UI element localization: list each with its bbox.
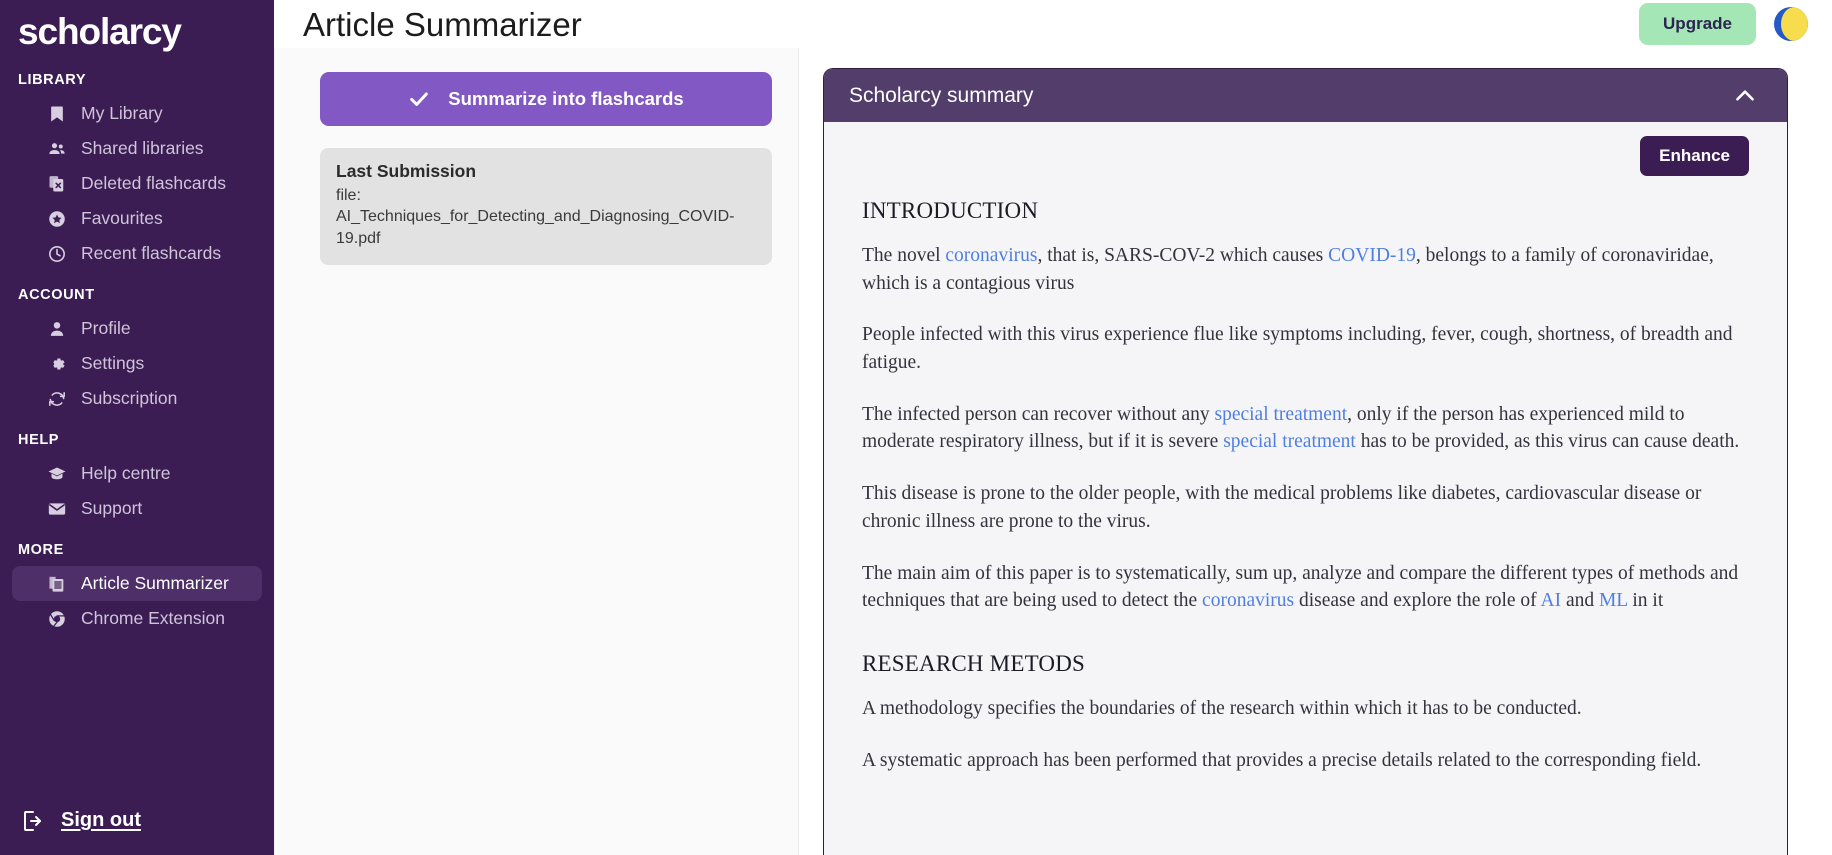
sidebar-item-label: Settings xyxy=(81,353,144,373)
collapse-panel-button[interactable] xyxy=(1727,78,1763,114)
summary-paragraph: A methodology specifies the boundaries o… xyxy=(862,695,1749,723)
summary-paragraph: The infected person can recover without … xyxy=(862,401,1749,456)
sidebar-item-label: Chrome Extension xyxy=(81,608,225,628)
main-area: Article Summarizer Upgrade Summarize int… xyxy=(274,0,1832,855)
chrome-icon xyxy=(46,608,67,629)
last-submission-title: Last Submission xyxy=(336,161,756,182)
sidebar-item-label: Profile xyxy=(81,318,131,338)
sidebar-item-favourites[interactable]: Favourites xyxy=(12,201,262,236)
users-icon xyxy=(46,138,67,159)
top-bar: Article Summarizer Upgrade xyxy=(274,0,1832,48)
sidebar-item-deleted-flashcards[interactable]: Deleted flashcards xyxy=(12,166,262,201)
sidebar-item-label: Help centre xyxy=(81,463,171,483)
bookmark-icon xyxy=(46,103,67,124)
sidebar-item-support[interactable]: Support xyxy=(12,491,262,526)
sidebar-heading-help: HELP xyxy=(0,422,274,456)
sidebar-section-help: HELP Help centre Support xyxy=(0,422,274,526)
summary-panel-title: Scholarcy summary xyxy=(849,84,1033,108)
check-icon xyxy=(408,88,430,110)
sidebar-item-label: Favourites xyxy=(81,208,163,228)
sidebar-item-label: Shared libraries xyxy=(81,138,204,158)
sidebar-item-help-centre[interactable]: Help centre xyxy=(12,456,262,491)
sidebar-item-label: Recent flashcards xyxy=(81,243,221,263)
gear-icon xyxy=(46,353,67,374)
sidebar-section-account: ACCOUNT Profile Settings Subscription xyxy=(0,277,274,416)
sidebar-item-recent-flashcards[interactable]: Recent flashcards xyxy=(12,236,262,271)
refresh-icon xyxy=(46,388,67,409)
summary-paragraph: The novel coronavirus, that is, SARS-COV… xyxy=(862,242,1749,297)
summarize-button-label: Summarize into flashcards xyxy=(448,88,683,110)
sidebar-item-label: Subscription xyxy=(81,388,177,408)
enhance-row: Enhance xyxy=(862,136,1749,176)
clock-icon xyxy=(46,243,67,264)
sidebar-item-shared-libraries[interactable]: Shared libraries xyxy=(12,131,262,166)
summary-section-heading: INTRODUCTION xyxy=(862,198,1749,224)
summary-keyword-link[interactable]: coronavirus xyxy=(945,245,1037,266)
sidebar-heading-account: ACCOUNT xyxy=(0,277,274,311)
chevron-up-icon xyxy=(1732,83,1758,109)
last-submission-card: Last Submission file: AI_Techniques_for_… xyxy=(320,148,772,265)
star-icon xyxy=(46,208,67,229)
summarize-into-flashcards-button[interactable]: Summarize into flashcards xyxy=(320,72,772,126)
sidebar-item-article-summarizer[interactable]: Article Summarizer xyxy=(12,566,262,601)
graduation-cap-icon xyxy=(46,463,67,484)
summary-keyword-link[interactable]: special treatment xyxy=(1214,404,1347,425)
summary-paragraph: A systematic approach has been performed… xyxy=(862,747,1749,775)
summary-keyword-link[interactable]: ML xyxy=(1599,590,1628,611)
sidebar-item-label: Deleted flashcards xyxy=(81,173,226,193)
sidebar-nav: LIBRARY My Library Shared libraries Deleted… xyxy=(0,62,274,636)
sidebar-item-my-library[interactable]: My Library xyxy=(12,96,262,131)
delete-card-icon xyxy=(46,173,67,194)
person-icon xyxy=(46,318,67,339)
summary-panel-header: Scholarcy summary xyxy=(824,69,1787,122)
sidebar: scholarcy LIBRARY My Library Shared librar… xyxy=(0,0,274,855)
document-stack-icon xyxy=(46,573,67,594)
top-bar-actions: Upgrade xyxy=(1639,3,1808,45)
sidebar-heading-library: LIBRARY xyxy=(0,62,274,96)
sidebar-section-more: MORE Article Summarizer Chrome Extension xyxy=(0,532,274,636)
sidebar-section-library: LIBRARY My Library Shared libraries Deleted… xyxy=(0,62,274,271)
summary-content: INTRODUCTION The novel coronavirus, that … xyxy=(862,176,1749,774)
summary-keyword-link[interactable]: special treatment xyxy=(1223,431,1356,452)
sidebar-item-settings[interactable]: Settings xyxy=(12,346,262,381)
summary-keyword-link[interactable]: AI xyxy=(1540,590,1561,611)
upgrade-button[interactable]: Upgrade xyxy=(1639,3,1756,45)
scholarcy-summary-panel: Scholarcy summary Enhance INTRODUCTION Th… xyxy=(823,68,1788,855)
summary-paragraph: The main aim of this paper is to systema… xyxy=(862,560,1749,615)
summary-paragraph: People infected with this virus experien… xyxy=(862,321,1749,376)
summary-keyword-link[interactable]: COVID-19 xyxy=(1328,245,1416,266)
brand-logo[interactable]: scholarcy xyxy=(0,0,274,56)
enhance-button[interactable]: Enhance xyxy=(1640,136,1749,176)
content-columns: Summarize into flashcards Last Submissio… xyxy=(274,48,1832,855)
summary-panel-body: Enhance INTRODUCTION The novel coronaviru… xyxy=(824,122,1787,855)
sidebar-item-label: Article Summarizer xyxy=(81,573,229,593)
sidebar-item-profile[interactable]: Profile xyxy=(12,311,262,346)
last-submission-filename: file: AI_Techniques_for_Detecting_and_Di… xyxy=(336,185,756,249)
avatar[interactable] xyxy=(1774,7,1808,41)
sidebar-heading-more: MORE xyxy=(0,532,274,566)
page-title: Article Summarizer xyxy=(298,8,582,41)
app-root: scholarcy LIBRARY My Library Shared librar… xyxy=(0,0,1832,855)
summary-section-heading: RESEARCH METODS xyxy=(862,651,1749,677)
sign-out-button[interactable]: Sign out xyxy=(0,808,141,833)
sign-out-label: Sign out xyxy=(61,809,141,832)
sidebar-item-chrome-extension[interactable]: Chrome Extension xyxy=(12,601,262,636)
sidebar-item-label: Support xyxy=(81,498,142,518)
envelope-icon xyxy=(46,498,67,519)
submission-column: Summarize into flashcards Last Submissio… xyxy=(274,48,799,855)
brand-name: scholarcy xyxy=(18,13,181,50)
summary-column: Scholarcy summary Enhance INTRODUCTION Th… xyxy=(799,48,1832,855)
logout-icon xyxy=(20,808,45,833)
summary-keyword-link[interactable]: coronavirus xyxy=(1202,590,1294,611)
sidebar-item-label: My Library xyxy=(81,103,163,123)
sidebar-item-subscription[interactable]: Subscription xyxy=(12,381,262,416)
summary-paragraph: This disease is prone to the older peopl… xyxy=(862,480,1749,535)
